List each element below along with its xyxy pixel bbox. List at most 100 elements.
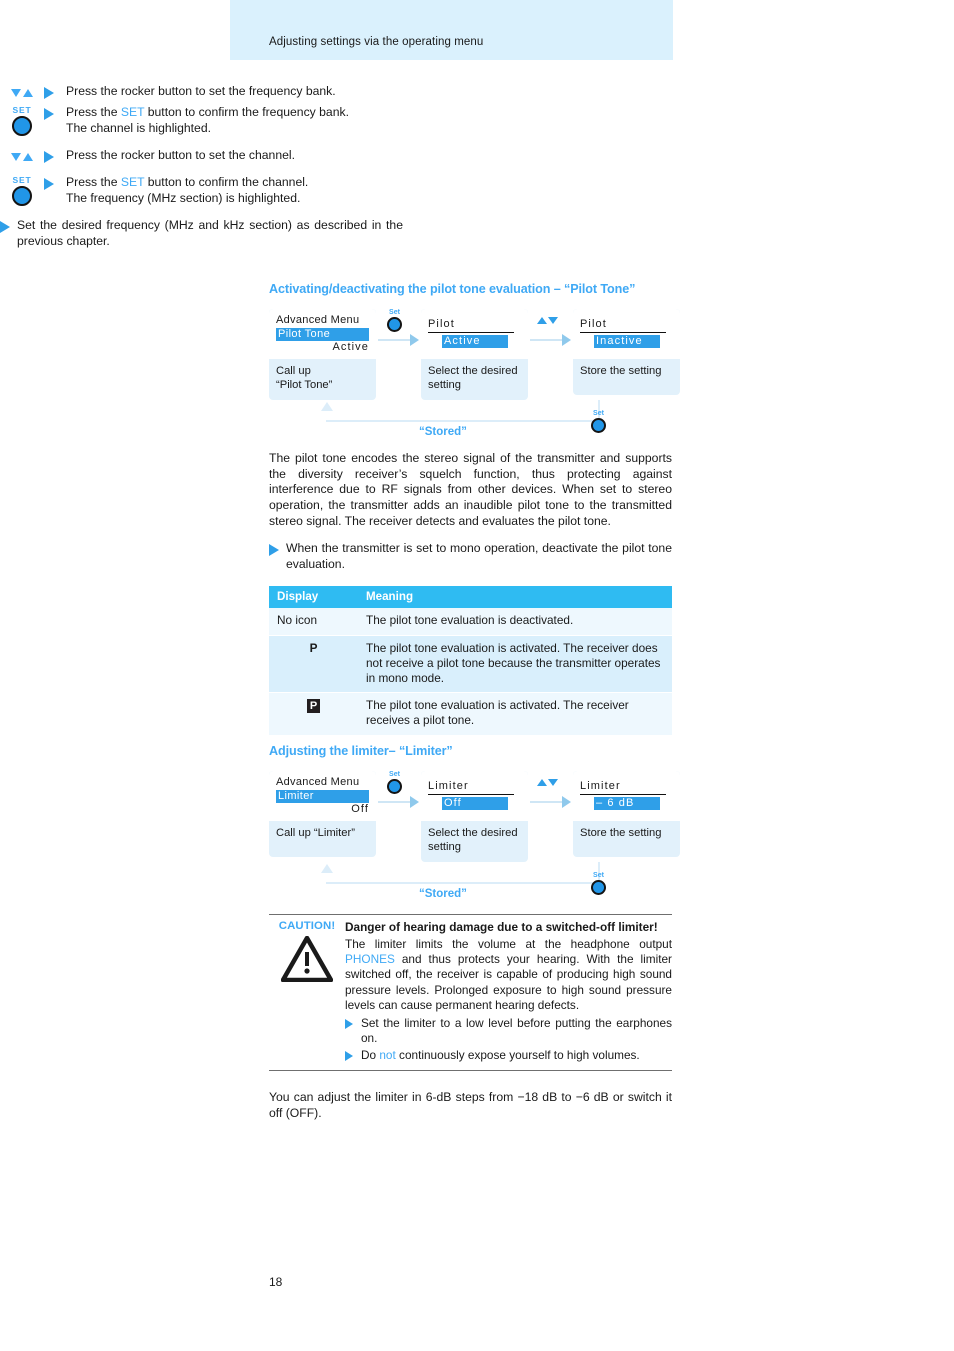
display-screen: Pilot Inactive	[573, 309, 680, 359]
connector-line	[378, 801, 411, 803]
not-keyword: not	[379, 1048, 396, 1063]
document-page: Adjusting settings via the operating men…	[0, 0, 954, 1351]
flow-card-1: Advanced Menu Pilot Tone Active Call up “…	[269, 309, 376, 401]
caution-title: Danger of hearing damage due to a switch…	[345, 920, 658, 934]
step-text: Press the SET button to confirm the chan…	[66, 175, 403, 206]
rocker-button-icon	[0, 148, 44, 165]
display-screen: Limiter – 6 dB	[573, 771, 680, 821]
triangle-down-icon	[548, 317, 558, 324]
table-cell-display: No icon	[269, 608, 358, 636]
flow-card-caption: Select the desired setting	[428, 827, 518, 853]
flow-card-3: Limiter – 6 dB Store the setting	[573, 771, 680, 857]
bullet-arrow-icon	[44, 175, 66, 191]
step-line: Press the rocker button to set the chann…	[66, 148, 295, 163]
screen-line-3: Active	[332, 341, 369, 353]
table-header-row: Display Meaning	[269, 586, 672, 609]
screen-line-1: Advanced Menu	[276, 314, 360, 326]
pilot-tone-bullet: When the transmitter is set to mono oper…	[269, 541, 672, 572]
return-line-horizontal	[326, 882, 600, 885]
set-button-icon: Set	[387, 309, 402, 332]
set-button-icon: SET	[0, 175, 44, 206]
set-button-label: Set	[593, 410, 604, 418]
triangle-up-icon	[23, 89, 33, 97]
return-line-horizontal	[326, 420, 600, 423]
step-line: Press the rocker button to set the frequ…	[66, 84, 336, 98]
caution-bullet-list: Set the limiter to a low level before pu…	[345, 1016, 672, 1064]
display-screen: Advanced Menu Limiter Off	[269, 771, 376, 821]
step-line: The frequency (MHz section) is highlight…	[66, 190, 301, 205]
set-button-ring	[387, 779, 402, 794]
step-line-with-keyword: Press the SET button to confirm the chan…	[66, 175, 309, 190]
connector-line	[378, 339, 411, 341]
flow-card-caption: Call up “Limiter”	[276, 827, 355, 839]
flow-card-caption: Call up “Pilot Tone”	[276, 365, 333, 391]
table-row: P The pilot tone evaluation is activated…	[269, 692, 672, 736]
connector-arrowhead-icon	[410, 334, 419, 346]
bullet-arrow-icon	[269, 541, 286, 557]
set-button-icon: Set	[387, 771, 402, 794]
connector-line	[530, 801, 563, 803]
step-text: Press the SET button to confirm the freq…	[66, 105, 403, 136]
flow-card-2: Pilot Active Select the desired setting	[421, 309, 528, 401]
table-cell-display: P	[269, 635, 358, 694]
screen-line-1: Limiter	[580, 780, 666, 795]
step-row: SET Press the SET button to confirm the …	[0, 105, 403, 136]
table-cell-display: P	[269, 692, 358, 736]
page-header-band: Adjusting settings via the operating men…	[230, 0, 673, 60]
pilot-tone-heading: Activating/deactivating the pilot tone e…	[269, 282, 636, 296]
set-button-ring	[591, 880, 606, 896]
screen-line-3: Off	[351, 803, 369, 815]
table-row: P The pilot tone evaluation is activated…	[269, 635, 672, 694]
limiter-flow-diagram: Advanced Menu Limiter Off Call up “Limit…	[269, 771, 680, 906]
rocker-button-icon	[537, 779, 558, 786]
page-number: 18	[269, 1275, 283, 1289]
screen-line-2: – 6 dB	[580, 796, 673, 810]
caution-body: The limiter limits the volume at the hea…	[345, 937, 672, 1013]
screen-line-2: Inactive	[580, 334, 673, 348]
table-cell-meaning: The pilot tone evaluation is activated. …	[358, 635, 672, 694]
table-header-meaning: Meaning	[358, 586, 672, 609]
set-button-ring	[12, 115, 32, 136]
frequency-bullet-text: Set the desired frequency (MHz and kHz s…	[17, 218, 403, 248]
display-screen: Pilot Active	[421, 309, 528, 359]
set-button-label: Set	[389, 309, 400, 316]
pilot-tone-paragraph: The pilot tone encodes the stereo signal…	[269, 451, 672, 528]
caution-label: CAUTION!	[278, 920, 336, 932]
triangle-down-icon	[548, 779, 558, 786]
bullet-arrow-icon	[345, 1048, 361, 1062]
set-button-ring	[12, 185, 32, 206]
set-button-label: Set	[389, 771, 400, 778]
bullet-arrow-icon	[44, 84, 66, 99]
caution-left-column: CAUTION!	[269, 920, 345, 1064]
set-button-label: Set	[593, 872, 604, 880]
bullet-arrow-icon	[44, 105, 66, 120]
step-row: Press the rocker button to set the frequ…	[0, 84, 403, 101]
step-line: The channel is highlighted.	[66, 120, 211, 135]
flow-connector-1: Set	[376, 309, 421, 359]
set-button-ring	[387, 317, 402, 332]
screen-line-2: Off	[428, 796, 521, 810]
triangle-down-icon	[11, 153, 21, 162]
return-label: “Stored”	[419, 426, 467, 439]
triangle-down-icon	[11, 89, 21, 97]
triangle-up-icon	[537, 779, 547, 786]
pilot-tone-section: Activating/deactivating the pilot tone e…	[269, 282, 680, 736]
table-cell-meaning: The pilot tone evaluation is activated. …	[358, 692, 672, 736]
screen-line-1: Pilot	[580, 318, 666, 333]
screen-line-1: Limiter	[428, 780, 514, 795]
flow-return-path: “Stored” Set	[269, 862, 672, 906]
set-button-icon: Set	[591, 410, 606, 434]
step-text: Press the rocker button to set the chann…	[66, 148, 403, 164]
return-arrowhead-icon	[321, 864, 333, 874]
screen-line-1: Advanced Menu	[276, 776, 360, 788]
flow-card-caption: Store the setting	[580, 365, 662, 377]
display-meaning-table: Display Meaning No icon The pilot tone e…	[269, 586, 672, 736]
flow-card-caption: Store the setting	[580, 827, 662, 839]
warning-triangle-icon	[281, 936, 333, 982]
set-keyword: SET	[120, 105, 145, 119]
caution-bullet: Do not continuously expose yourself to h…	[345, 1048, 672, 1063]
flow-connector-2	[528, 309, 573, 359]
return-arrowhead-icon	[321, 402, 333, 412]
caution-bullet: Set the limiter to a low level before pu…	[345, 1016, 672, 1046]
